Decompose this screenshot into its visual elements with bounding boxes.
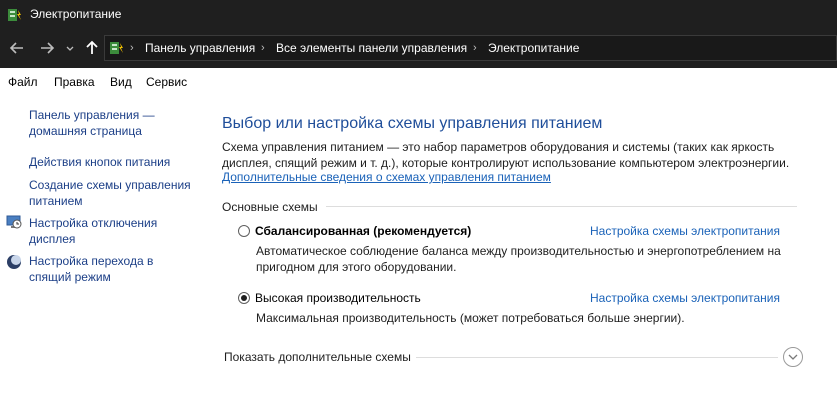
power-options-icon	[110, 42, 123, 54]
sidebar-item-sleep[interactable]: Настройка перехода в спящий режим	[29, 253, 179, 285]
more-info-link[interactable]: Дополнительные сведения о схемах управле…	[222, 170, 551, 184]
breadcrumb-control-panel[interactable]: Панель управления	[145, 41, 255, 55]
plan-balanced-radio[interactable]	[238, 225, 250, 237]
menu-view[interactable]: Вид	[110, 75, 132, 89]
breadcrumb-separator-icon[interactable]: ›	[130, 41, 134, 55]
menu-file[interactable]: Файл	[8, 75, 38, 89]
sidebar-item-create-plan[interactable]: Создание схемы управления питанием	[29, 177, 199, 209]
power-options-icon	[8, 9, 21, 21]
plan-high-performance-description: Максимальная производительность (может п…	[256, 311, 685, 325]
plan-balanced-name[interactable]: Сбалансированная (рекомендуется)	[255, 224, 471, 238]
group-title: Основные схемы	[222, 200, 318, 214]
title-bar: Электропитание	[0, 0, 837, 29]
breadcrumb-separator-icon[interactable]: ›	[261, 41, 265, 55]
up-arrow-icon[interactable]	[83, 39, 101, 57]
page-title: Выбор или настройка схемы управления пит…	[222, 115, 603, 132]
window-title: Электропитание	[30, 7, 122, 21]
breadcrumb-power-options[interactable]: Электропитание	[488, 41, 579, 55]
menu-tools[interactable]: Сервис	[146, 75, 187, 89]
plan-high-performance-radio[interactable]	[238, 292, 250, 304]
sidebar-home-link[interactable]: Панель управления — домашняя страница	[29, 107, 179, 139]
menu-edit[interactable]: Правка	[54, 75, 95, 89]
menu-bar: Файл Правка Вид Сервис	[0, 68, 837, 95]
breadcrumb-separator-icon[interactable]: ›	[473, 41, 477, 55]
forward-arrow-icon[interactable]	[38, 39, 56, 57]
plan-balanced-description: Автоматическое соблюдение баланса между …	[256, 244, 781, 274]
radio-selected-dot	[241, 295, 247, 301]
moon-icon	[7, 255, 21, 269]
chevron-down-icon[interactable]	[64, 39, 76, 57]
plan-balanced-settings-link[interactable]: Настройка схемы электропитания	[590, 224, 780, 238]
sidebar-item-power-buttons[interactable]: Действия кнопок питания	[29, 154, 170, 170]
back-arrow-icon[interactable]	[8, 39, 26, 57]
chevron-down-icon	[788, 354, 798, 360]
address-bar[interactable]: › Панель управления › Все элементы панел…	[104, 35, 837, 61]
divider	[416, 357, 778, 358]
breadcrumb-all-items[interactable]: Все элементы панели управления	[276, 41, 467, 55]
plan-high-performance-name[interactable]: Высокая производительность	[255, 291, 421, 305]
page-description: Схема управления питанием — это набор па…	[222, 140, 790, 170]
expand-button[interactable]	[783, 347, 803, 367]
display-clock-icon	[6, 215, 22, 229]
plan-high-performance-settings-link[interactable]: Настройка схемы электропитания	[590, 291, 780, 305]
divider	[326, 206, 797, 207]
sidebar-item-display-off[interactable]: Настройка отключения дисплея	[29, 215, 179, 247]
show-more-plans[interactable]: Показать дополнительные схемы	[224, 350, 411, 364]
